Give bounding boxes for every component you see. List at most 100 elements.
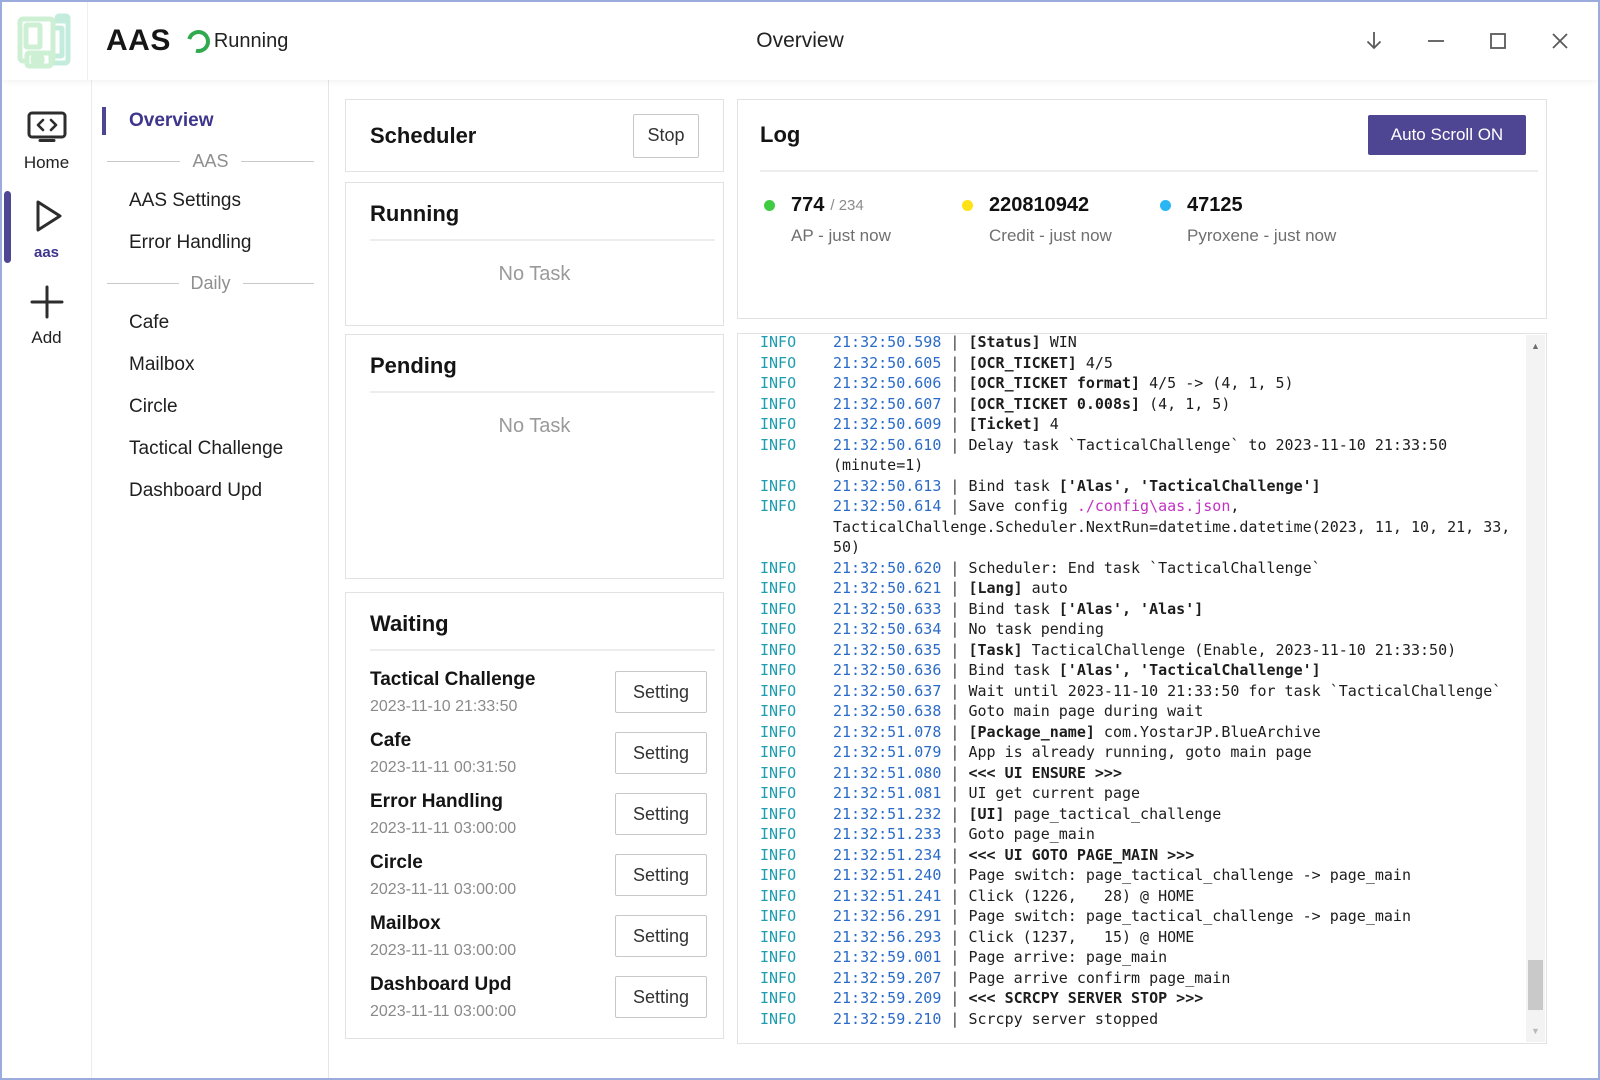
maximize-icon[interactable]	[1478, 21, 1518, 61]
nav-item-label: Error Handling	[129, 232, 252, 254]
log-entry: INFO21:32:50.605 | [OCR_TICKET] 4/5	[760, 353, 1514, 374]
running-spinner-icon	[183, 25, 214, 56]
log-separator: |	[941, 887, 968, 905]
nav-item-dashboard-upd[interactable]: Dashboard Upd	[93, 470, 328, 512]
divider	[370, 239, 715, 241]
nav-item-label: Overview	[129, 110, 214, 132]
log-text: Page arrive: page_main	[968, 948, 1167, 966]
setting-button[interactable]: Setting	[615, 915, 707, 957]
nav-section-label: AAS	[192, 151, 228, 172]
log-timestamp: 21:32:50.638	[833, 702, 941, 720]
setting-button[interactable]: Setting	[615, 976, 707, 1018]
nav-item-circle[interactable]: Circle	[93, 386, 328, 428]
log-text: No task pending	[968, 620, 1103, 638]
nav-item-tactical-challenge[interactable]: Tactical Challenge	[93, 428, 328, 470]
nav-menu: OverviewAASAAS SettingsError HandlingDai…	[93, 80, 329, 1078]
rail-item-label: aas	[34, 244, 59, 261]
log-level: INFO	[760, 947, 833, 968]
log-entry: INFO21:32:50.607 | [OCR_TICKET 0.008s] (…	[760, 394, 1514, 415]
scrollbar-thumb[interactable]	[1528, 960, 1543, 1010]
log-text: 4/5 -> (4, 1, 5)	[1140, 374, 1294, 392]
icon-rail: Home aas Add	[2, 80, 92, 1078]
log-text: [Task]	[968, 641, 1022, 659]
log-timestamp: 21:32:51.240	[833, 866, 941, 884]
log-timestamp: 21:32:50.620	[833, 559, 941, 577]
log-text: Click (1226, 28) @ HOME	[968, 887, 1194, 905]
log-level: INFO	[760, 558, 833, 579]
rail-item-home[interactable]: Home	[2, 98, 91, 183]
divider	[370, 391, 715, 393]
scroll-down-icon[interactable]: ▼	[1526, 1022, 1545, 1040]
close-icon[interactable]	[1540, 21, 1580, 61]
log-entry: INFO21:32:56.291 | Page switch: page_tac…	[760, 906, 1514, 927]
log-text: [OCR_TICKET 0.008s]	[968, 395, 1140, 413]
setting-button[interactable]: Setting	[615, 671, 707, 713]
stat-label: Pyroxene - just now	[1160, 226, 1358, 246]
log-separator: |	[941, 764, 968, 782]
rail-item-add[interactable]: Add	[2, 271, 91, 358]
rail-item-aas[interactable]: aas	[2, 183, 91, 271]
stat-value-row: 220810942	[962, 194, 1160, 217]
log-header: Log Auto Scroll ON	[738, 100, 1546, 170]
log-level: INFO	[760, 845, 833, 866]
setting-button[interactable]: Setting	[615, 854, 707, 896]
log-level: INFO	[760, 619, 833, 640]
divider	[370, 649, 715, 651]
log-timestamp: 21:32:50.609	[833, 415, 941, 433]
running-empty-text: No Task	[346, 263, 723, 286]
log-level: INFO	[760, 578, 833, 599]
nav-item-aas-settings[interactable]: AAS Settings	[93, 180, 328, 222]
scroll-up-icon[interactable]: ▲	[1526, 337, 1545, 355]
log-separator: |	[941, 682, 968, 700]
titlebar: AAS Running Overview	[2, 2, 1598, 80]
waiting-task-row-cafe: Cafe2023-11-11 00:31:50Setting	[370, 724, 707, 785]
log-entry: INFO21:32:59.209 | <<< SCRCPY SERVER STO…	[760, 988, 1514, 1009]
log-level: INFO	[760, 906, 833, 927]
log-separator: |	[941, 866, 968, 884]
nav-item-overview[interactable]: Overview	[93, 100, 328, 142]
pending-card: Pending No Task	[345, 334, 724, 579]
log-separator: |	[941, 333, 968, 351]
log-console[interactable]: INFO21:32:50.598 | [Status] WININFO21:32…	[737, 333, 1547, 1044]
log-entry: INFO21:32:51.078 | [Package_name] com.Yo…	[760, 722, 1514, 743]
auto-scroll-button[interactable]: Auto Scroll ON	[1368, 115, 1526, 155]
log-text: [Lang]	[968, 579, 1022, 597]
nav-item-label: Circle	[129, 396, 178, 418]
log-timestamp: 21:32:50.613	[833, 477, 941, 495]
stat-ap: 774/ 234AP - just now	[764, 194, 962, 246]
rail-item-label: Home	[24, 153, 69, 173]
nav-item-error-handling[interactable]: Error Handling	[93, 222, 328, 264]
log-entry: INFO21:32:50.637 | Wait until 2023-11-10…	[760, 681, 1514, 702]
log-level: INFO	[760, 865, 833, 886]
log-timestamp: 21:32:50.633	[833, 600, 941, 618]
nav-item-mailbox[interactable]: Mailbox	[93, 344, 328, 386]
log-scrollbar[interactable]: ▲ ▼	[1526, 335, 1545, 1042]
log-separator: |	[941, 825, 968, 843]
log-entry: INFO21:32:50.609 | [Ticket] 4	[760, 414, 1514, 435]
log-timestamp: 21:32:50.635	[833, 641, 941, 659]
log-level: INFO	[760, 783, 833, 804]
log-text: Page switch: page_tactical_challenge -> …	[968, 866, 1411, 884]
setting-button[interactable]: Setting	[615, 732, 707, 774]
setting-button[interactable]: Setting	[615, 793, 707, 835]
minimize-icon[interactable]	[1416, 21, 1456, 61]
stat-value-row: 47125	[1160, 194, 1358, 217]
running-title: Running	[370, 201, 723, 227]
stop-button[interactable]: Stop	[633, 114, 699, 158]
log-entry: INFO21:32:56.293 | Click (1237, 15) @ HO…	[760, 927, 1514, 948]
log-entry: INFO21:32:51.232 | [UI] page_tactical_ch…	[760, 804, 1514, 825]
log-separator: |	[941, 723, 968, 741]
log-separator: |	[941, 395, 968, 413]
pending-title: Pending	[370, 353, 723, 379]
download-update-icon[interactable]	[1354, 21, 1394, 61]
divider-line	[243, 283, 315, 284]
log-timestamp: 21:32:51.233	[833, 825, 941, 843]
log-separator: |	[941, 579, 968, 597]
log-separator: |	[941, 641, 968, 659]
log-separator: |	[941, 989, 968, 1007]
log-timestamp: 21:32:59.001	[833, 948, 941, 966]
log-text: [OCR_TICKET]	[968, 354, 1076, 372]
log-level: INFO	[760, 927, 833, 948]
code-monitor-icon	[26, 110, 68, 146]
nav-item-cafe[interactable]: Cafe	[93, 302, 328, 344]
